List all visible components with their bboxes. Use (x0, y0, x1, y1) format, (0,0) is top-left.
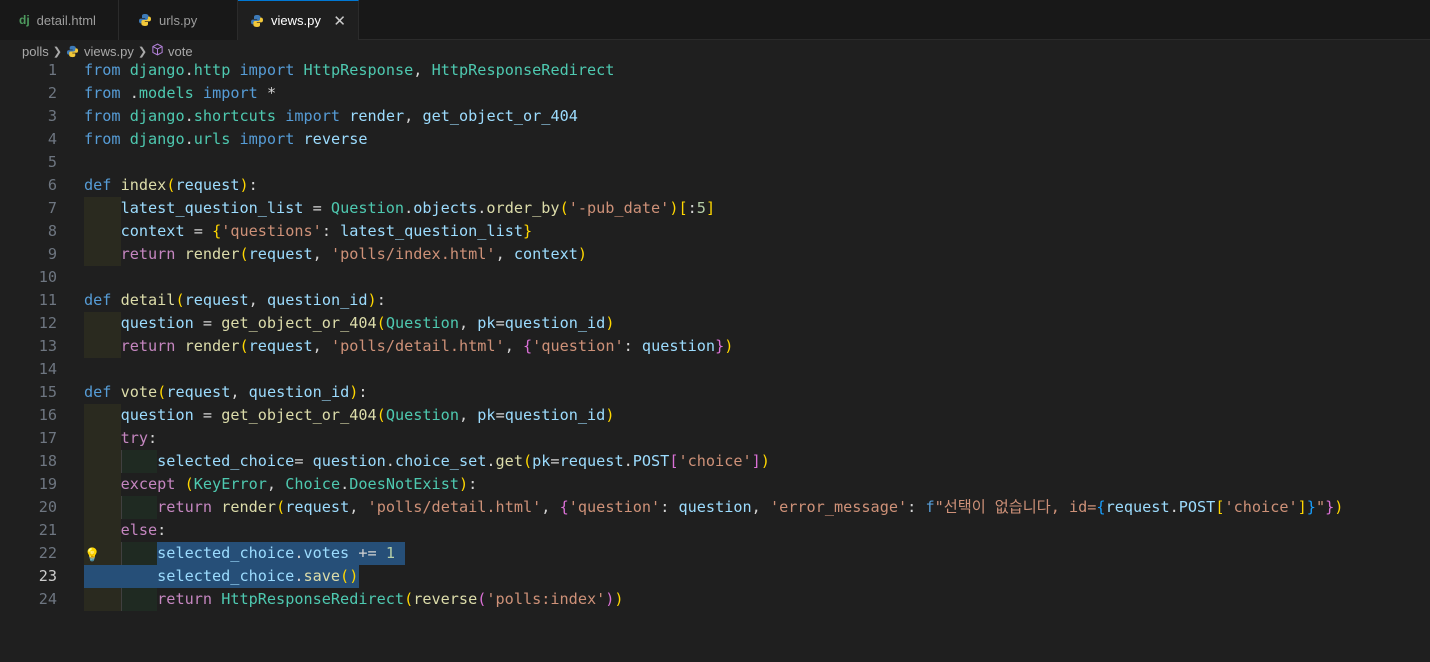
line-number: 9 (47, 245, 57, 263)
tab-urls-py[interactable]: urls.py (119, 0, 238, 40)
code-text: selected_choice= question.choice_set.get… (157, 452, 770, 470)
line-number: 10 (38, 268, 57, 286)
close-icon[interactable]: ✕ (333, 12, 346, 30)
code-line[interactable]: 4 from django.urls import reverse (0, 128, 1430, 151)
line-number: 4 (47, 130, 57, 148)
code-text: context = {'questions': latest_question_… (120, 222, 533, 240)
line-number: 12 (38, 314, 57, 332)
line-number: 2 (47, 84, 57, 102)
code-text: try: (120, 429, 158, 447)
python-icon (138, 13, 152, 27)
code-text: selected_choice.save() (157, 567, 359, 585)
line-number: 18 (38, 452, 57, 470)
code-text: def vote(request, question_id): (84, 383, 368, 401)
tab-detail-html[interactable]: dj detail.html (0, 0, 119, 40)
code-text: else: (120, 521, 167, 539)
code-line[interactable]: 12 question = get_object_or_404(Question… (0, 312, 1430, 335)
code-line[interactable]: 8 context = {'questions': latest_questio… (0, 220, 1430, 243)
line-number: 21 (38, 521, 57, 539)
code-text: def index(request): (84, 176, 258, 194)
line-number: 24 (38, 590, 57, 608)
code-line[interactable]: 1 from django.http import HttpResponse, H… (0, 59, 1430, 82)
code-line[interactable]: 20 return render(request, 'polls/detail.… (0, 496, 1430, 519)
line-number: 14 (38, 360, 57, 378)
code-text: except (KeyError, Choice.DoesNotExist): (120, 475, 478, 493)
chevron-right-icon: ❯ (137, 45, 148, 58)
code-text: latest_question_list = Question.objects.… (120, 199, 716, 217)
code-line[interactable]: 21 else: (0, 519, 1430, 542)
code-text: def detail(request, question_id): (84, 291, 386, 309)
line-number: 22 (38, 544, 57, 562)
line-number: 17 (38, 429, 57, 447)
code-line[interactable]: 19 except (KeyError, Choice.DoesNotExist… (0, 473, 1430, 496)
code-line[interactable]: 6 def index(request): (0, 174, 1430, 197)
breadcrumb-file[interactable]: views.py (84, 44, 134, 59)
code-text: from django.shortcuts import render, get… (84, 107, 578, 125)
code-line[interactable]: 10 (0, 266, 1430, 289)
code-text: from .models import * (84, 84, 277, 102)
code-text: selected_choice.votes += 1 (157, 544, 395, 562)
line-number: 11 (38, 291, 57, 309)
line-number: 16 (38, 406, 57, 424)
code-line[interactable]: 13 return render(request, 'polls/detail.… (0, 335, 1430, 358)
code-line[interactable]: 11 def detail(request, question_id): (0, 289, 1430, 312)
cube-icon (151, 43, 164, 59)
code-line[interactable]: 18 selected_choice= question.choice_set.… (0, 450, 1430, 473)
django-icon: dj (19, 13, 30, 27)
code-line[interactable]: 14 (0, 358, 1430, 381)
code-line[interactable]: 2 from .models import * (0, 82, 1430, 105)
line-number: 8 (47, 222, 57, 240)
python-icon (250, 14, 264, 28)
line-number: 19 (38, 475, 57, 493)
line-number: 7 (47, 199, 57, 217)
line-number: 3 (47, 107, 57, 125)
line-number: 13 (38, 337, 57, 355)
line-number: 5 (47, 153, 57, 171)
tab-label: urls.py (159, 12, 198, 28)
tab-label: views.py (271, 13, 321, 28)
code-line[interactable]: 9 return render(request, 'polls/index.ht… (0, 243, 1430, 266)
line-number: 1 (47, 61, 57, 79)
editor-tab-bar: dj detail.html urls.py views.py ✕ (0, 0, 1430, 40)
code-line[interactable]: 15 def vote(request, question_id): (0, 381, 1430, 404)
line-number: 20 (38, 498, 57, 516)
line-number: 6 (47, 176, 57, 194)
code-editor[interactable]: 1 from django.http import HttpResponse, H… (0, 59, 1430, 611)
code-text: return render(request, 'polls/detail.htm… (157, 498, 1344, 516)
code-text: return render(request, 'polls/detail.htm… (120, 337, 734, 355)
breadcrumb-folder[interactable]: polls (22, 44, 49, 59)
line-number: 23 (38, 567, 57, 585)
code-line[interactable]: 16 question = get_object_or_404(Question… (0, 404, 1430, 427)
chevron-right-icon: ❯ (52, 45, 62, 58)
python-icon (66, 45, 79, 58)
code-text: from django.http import HttpResponse, Ht… (84, 61, 615, 79)
code-line[interactable]: 17 try: (0, 427, 1430, 450)
code-line[interactable]: 3 from django.shortcuts import render, ge… (0, 105, 1430, 128)
code-text: from django.urls import reverse (84, 130, 368, 148)
tab-views-py[interactable]: views.py ✕ (238, 0, 359, 40)
breadcrumb-symbol[interactable]: vote (168, 44, 193, 59)
code-line[interactable]: 7 latest_question_list = Question.object… (0, 197, 1430, 220)
code-text: return HttpResponseRedirect(reverse('pol… (157, 590, 624, 608)
code-line[interactable]: 24 return HttpResponseRedirect(reverse('… (0, 588, 1430, 611)
tab-label: detail.html (36, 12, 96, 28)
code-line[interactable]: 💡 22 selected_choice.votes += 1 (0, 542, 1430, 565)
code-line[interactable]: 5 (0, 151, 1430, 174)
code-text: question = get_object_or_404(Question, p… (120, 406, 615, 424)
line-number: 15 (38, 383, 57, 401)
code-text: question = get_object_or_404(Question, p… (120, 314, 615, 332)
code-line[interactable]: 23 selected_choice.save() (0, 565, 1430, 588)
code-text: return render(request, 'polls/index.html… (120, 245, 588, 263)
